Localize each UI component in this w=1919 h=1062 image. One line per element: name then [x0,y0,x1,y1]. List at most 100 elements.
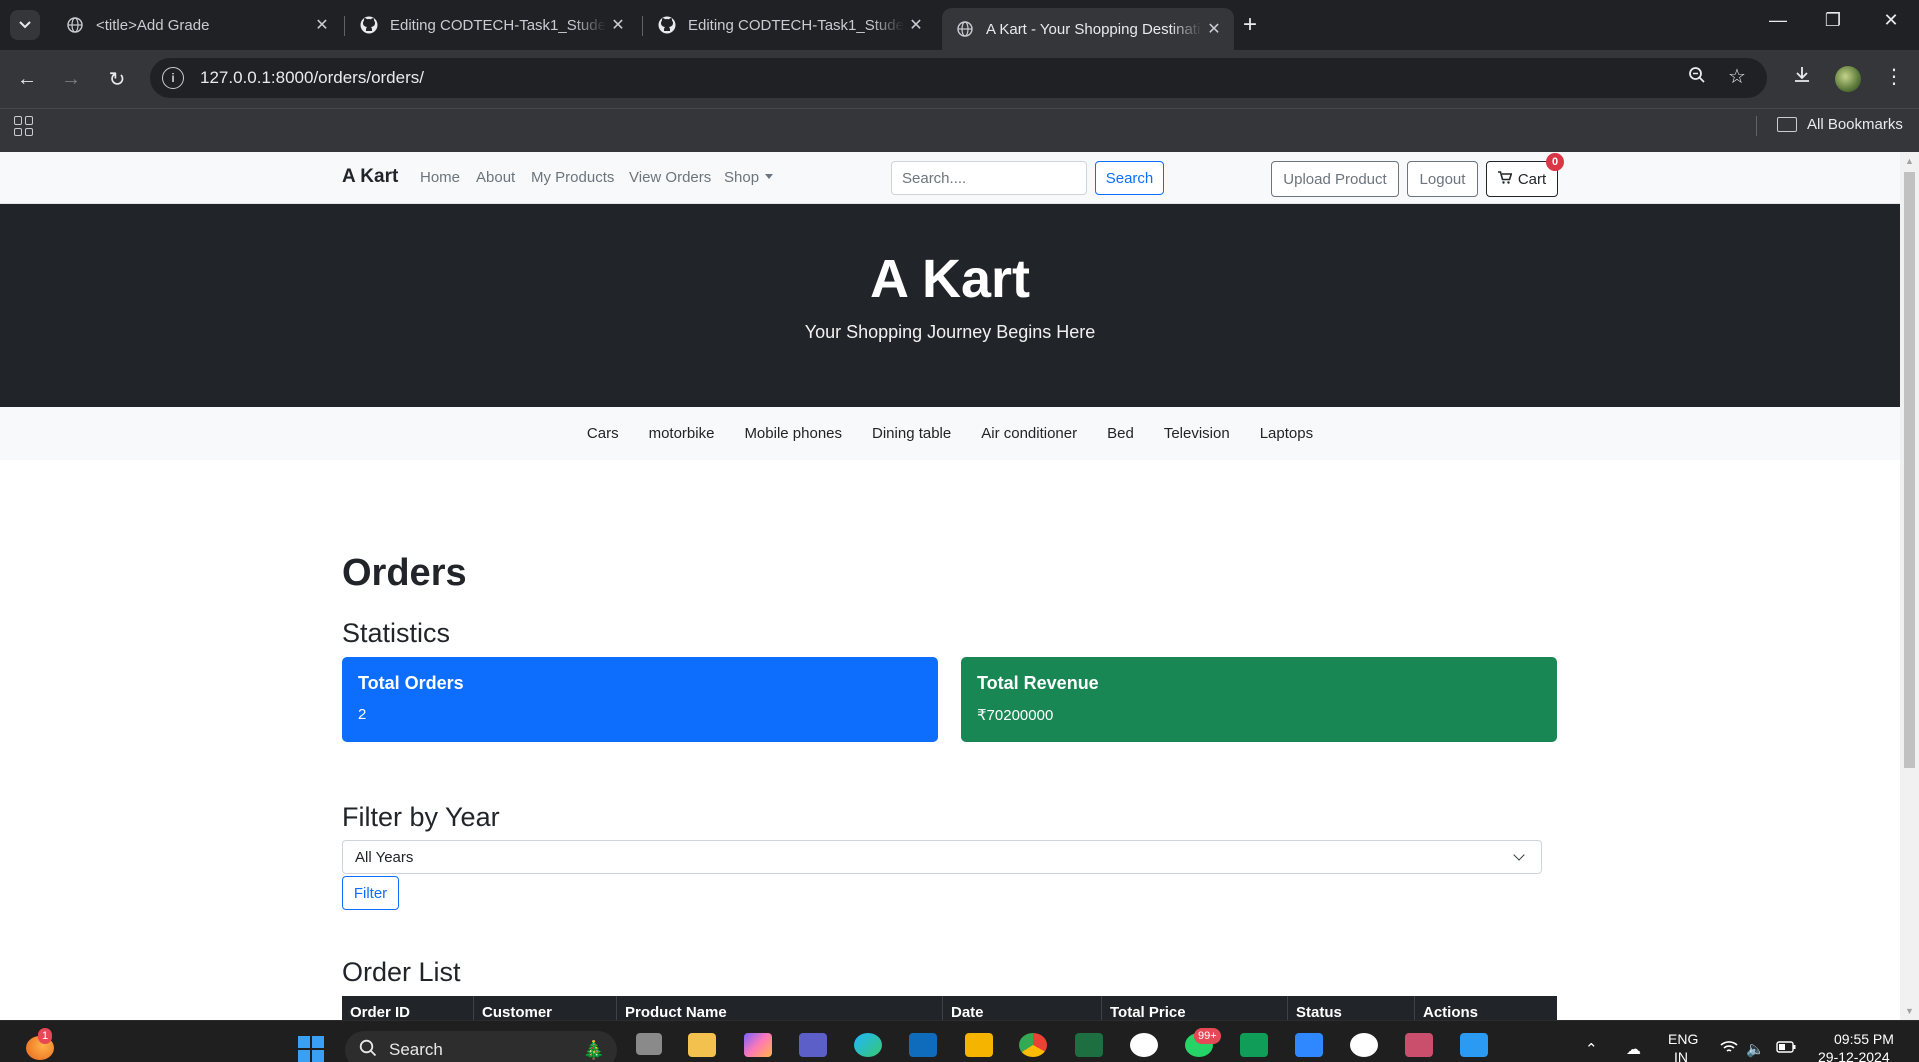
tab-title: <title>Add Grade [96,16,210,34]
shopping-cart-icon [1497,171,1513,187]
order-list-heading: Order List [342,957,461,987]
new-tab-icon[interactable]: + [1243,12,1257,38]
tab-title: Editing CODTECH-Task1_Student [390,16,606,34]
category-link-laptops[interactable]: Laptops [1260,425,1313,442]
search-button[interactable]: Search [1095,161,1164,195]
chrome-icon[interactable] [1019,1033,1047,1057]
folder-icon [1777,117,1797,132]
site-brand[interactable]: A Kart [342,166,398,188]
nav-shop-dropdown[interactable]: Shop [724,169,774,186]
nav-link-my-products[interactable]: My Products [531,169,614,186]
profile-avatar[interactable] [1835,66,1861,92]
url-text: 127.0.0.1:8000/orders/orders/ [200,68,424,87]
tab-search-button[interactable] [10,10,40,40]
category-link-cars[interactable]: Cars [587,425,619,442]
teams-icon[interactable] [799,1033,827,1057]
battery-icon[interactable] [1776,1040,1796,1057]
browser-tab-active[interactable]: A Kart - Your Shopping Destination ✕ [942,8,1234,50]
google-classroom-icon[interactable] [965,1033,993,1057]
more-options-icon[interactable]: ⋮ [1884,64,1904,89]
scrollbar-thumb[interactable] [1904,172,1915,768]
clock-time[interactable]: 09:55 PM [1834,1031,1894,1047]
category-link-air-conditioner[interactable]: Air conditioner [981,425,1077,442]
year-select[interactable]: All Years [342,840,1542,874]
language-indicator[interactable]: ENG [1668,1031,1698,1047]
column-header: Customer [474,996,617,1020]
scroll-down-icon[interactable]: ▼ [1905,1006,1914,1016]
microsoft-store-icon[interactable] [909,1033,937,1057]
forward-arrow-icon[interactable]: → [56,64,86,94]
hero-banner: A Kart Your Shopping Journey Begins Here [0,204,1900,407]
browser-tab-3[interactable]: Editing CODTECH-Task1_Student ✕ [644,8,936,42]
chatgpt-icon[interactable] [1130,1033,1158,1057]
scroll-up-icon[interactable]: ▲ [1905,156,1914,166]
browser-toolbar: ← → ↻ i 127.0.0.1:8000/orders/orders/ ☆ … [0,50,1919,108]
copilot-icon[interactable] [744,1033,772,1057]
nav-link-view-orders[interactable]: View Orders [629,169,711,186]
github-desktop-icon[interactable] [1350,1033,1378,1057]
taskbar-search[interactable]: Search 🎄 [345,1031,617,1062]
tab-divider [344,16,345,36]
restore-icon[interactable]: ❐ [1810,10,1856,31]
nav-link-about[interactable]: About [476,169,515,186]
bookmarks-divider [1756,116,1757,136]
site-info-icon[interactable]: i [162,67,184,89]
excel-icon[interactable] [1075,1033,1103,1057]
google-sheets-icon[interactable] [1240,1033,1268,1057]
minimize-icon[interactable]: — [1755,10,1801,31]
whatsapp-unread-badge: 99+ [1194,1028,1221,1044]
logout-button[interactable]: Logout [1407,161,1478,197]
back-arrow-icon[interactable]: ← [12,64,42,94]
cart-count-badge: 0 [1546,153,1564,171]
onedrive-icon[interactable]: ☁ [1626,1040,1641,1058]
apps-grid-icon[interactable] [14,116,34,136]
all-bookmarks-button[interactable]: All Bookmarks [1777,116,1903,133]
browser-tab-1[interactable]: <title>Add Grade ✕ [52,8,342,42]
column-header: Product Name [617,996,943,1020]
caret-down-icon [765,174,774,179]
volume-icon[interactable]: 🔈 [1746,1040,1765,1058]
hero-title: A Kart [869,249,1031,309]
cart-label: Cart [1517,170,1547,188]
total-orders-value: 2 [358,706,367,723]
page-title: Orders [342,552,467,594]
search-input[interactable] [891,161,1087,195]
file-explorer-icon[interactable] [688,1033,716,1057]
close-window-icon[interactable]: ✕ [1868,10,1914,31]
category-link-television[interactable]: Television [1164,425,1230,442]
wifi-icon[interactable] [1720,1040,1738,1058]
close-tab-icon[interactable]: ✕ [904,15,928,35]
chevron-down-icon [19,21,31,29]
nav-link-home[interactable]: Home [420,169,460,186]
windows-start-icon[interactable] [298,1036,324,1062]
snipping-tool-icon[interactable] [1405,1033,1433,1057]
category-link-motorbike[interactable]: motorbike [649,425,715,442]
all-bookmarks-label: All Bookmarks [1807,116,1903,133]
bookmarks-bar [0,108,1919,152]
photos-icon[interactable] [1295,1033,1323,1057]
filter-button[interactable]: Filter [342,876,399,910]
category-link-bed[interactable]: Bed [1107,425,1134,442]
upload-product-button[interactable]: Upload Product [1271,161,1399,197]
bookmark-star-icon[interactable]: ☆ [1728,64,1746,89]
edge-icon[interactable] [854,1033,882,1057]
close-tab-icon[interactable]: ✕ [1202,19,1226,39]
category-link-dining-table[interactable]: Dining table [872,425,951,442]
tab-title: Editing CODTECH-Task1_Student [688,16,904,34]
close-tab-icon[interactable]: ✕ [606,15,630,35]
tab-title: A Kart - Your Shopping Destination [986,20,1202,38]
vscode-icon[interactable] [1460,1033,1488,1057]
zoom-icon[interactable] [1688,66,1706,89]
taskbar-search-label: Search [389,1040,443,1059]
address-bar[interactable]: i 127.0.0.1:8000/orders/orders/ ☆ [150,58,1767,98]
chevron-up-icon[interactable]: ⌃ [1585,1040,1598,1058]
page-scrollbar[interactable]: ▲ ▼ [1900,152,1919,1020]
download-icon[interactable] [1792,64,1812,90]
browser-tab-2[interactable]: Editing CODTECH-Task1_Student ✕ [346,8,638,42]
reload-icon[interactable]: ↻ [102,64,132,94]
category-link-mobile-phones[interactable]: Mobile phones [744,425,842,442]
task-view-icon[interactable] [636,1033,662,1055]
total-revenue-card: Total Revenue ₹70200000 [961,657,1557,742]
close-tab-icon[interactable]: ✕ [310,15,334,35]
nav-shop-label: Shop [724,169,760,186]
